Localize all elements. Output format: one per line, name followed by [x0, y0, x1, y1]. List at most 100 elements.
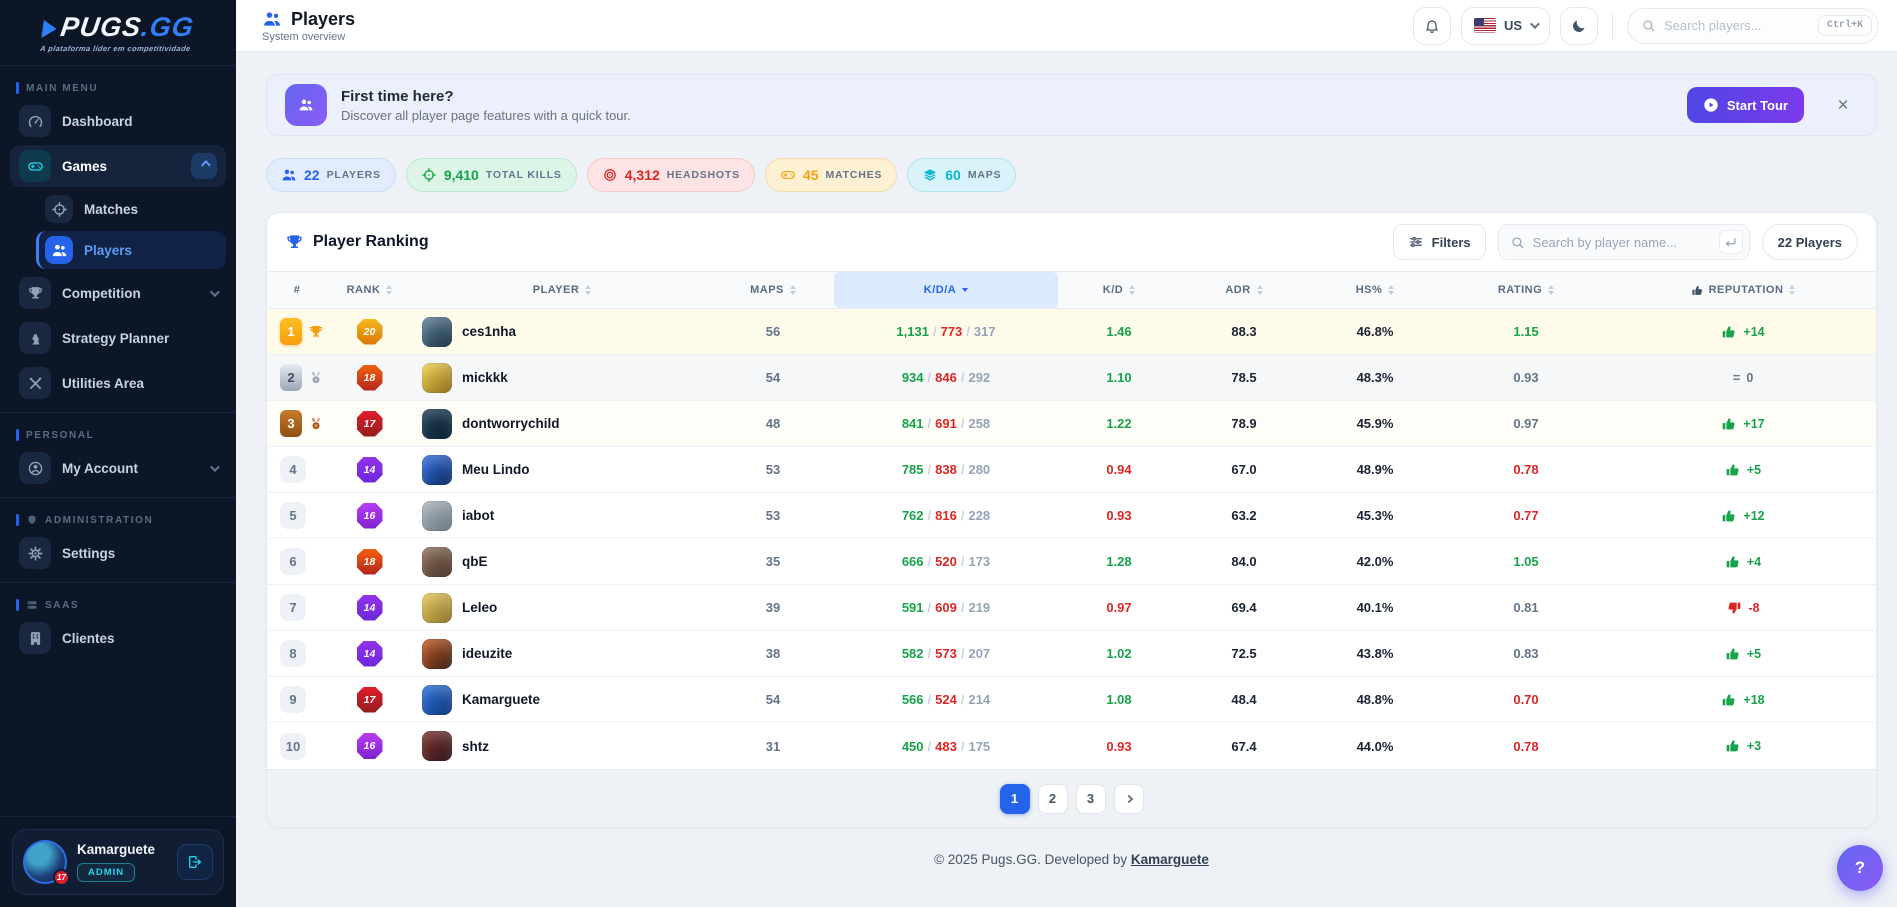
sidebar-item-games[interactable]: Games	[10, 145, 226, 187]
sidebar-item-players[interactable]: Players	[36, 231, 226, 269]
user-name: Kamarguete	[77, 842, 167, 857]
column-header-hs[interactable]: HS%	[1308, 272, 1442, 308]
table-row[interactable]: 814ideuzite38582/573/2071.0272.543.8%0.8…	[267, 631, 1876, 677]
section-accent-bar	[16, 514, 19, 526]
table-row[interactable]: 714Leleo39591/609/2190.9769.440.1%0.81-8	[267, 585, 1876, 631]
tour-banner-icon	[285, 84, 327, 126]
brand-logo[interactable]: PUGS.GG A plataforma líder em competitiv…	[0, 0, 236, 66]
user-meta: Kamarguete ADMIN	[77, 842, 167, 882]
rank-cell: 18	[327, 549, 412, 575]
sidebar-item-strategy-planner[interactable]: Strategy Planner	[10, 317, 226, 359]
kda-cell: 591/609/219	[834, 600, 1058, 615]
player-search-input[interactable]	[1533, 235, 1711, 250]
column-header-k-d[interactable]: K/D	[1058, 272, 1180, 308]
table-row[interactable]: 414Meu Lindo53785/838/2800.9467.048.9%0.…	[267, 447, 1876, 493]
notifications-button[interactable]	[1413, 7, 1451, 45]
section-label-text: SAAS	[45, 600, 79, 611]
page-button-2[interactable]: 2	[1038, 784, 1068, 814]
table-row[interactable]: 516iabot53762/816/2280.9363.245.3%0.77+1…	[267, 493, 1876, 539]
sidebar-item-label: Competition	[62, 286, 141, 301]
maps-cell: 56	[712, 324, 834, 339]
thumbs-up-icon	[1721, 324, 1737, 340]
player-avatar	[422, 363, 452, 393]
player-cell[interactable]: dontworrychild	[412, 409, 712, 439]
player-cell[interactable]: shtz	[412, 731, 712, 761]
section-accent-bar	[16, 82, 19, 94]
adr-cell: 72.5	[1180, 646, 1308, 661]
language-selector[interactable]: US	[1461, 7, 1550, 45]
sidebar-item-dashboard[interactable]: Dashboard	[10, 100, 226, 142]
sidebar-item-matches[interactable]: Matches	[36, 190, 226, 228]
player-cell[interactable]: Leleo	[412, 593, 712, 623]
kda-cell: 841/691/258	[834, 416, 1058, 431]
deaths-value: 773	[941, 324, 963, 339]
reputation-cell: =0	[1610, 370, 1876, 385]
reputation-cell: +12	[1610, 508, 1876, 524]
filters-label: Filters	[1432, 235, 1471, 250]
kills-value: 934	[902, 370, 924, 385]
close-banner-button[interactable]: ×	[1828, 90, 1858, 120]
section-accent-bar	[16, 599, 19, 611]
crosshair-icon	[421, 167, 437, 183]
sidebar-item-label: Settings	[62, 546, 115, 561]
table-row[interactable]: 1016shtz31450/483/1750.9367.444.0%0.78+3	[267, 723, 1876, 769]
footer-link[interactable]: Kamarguete	[1131, 852, 1209, 867]
hs-cell: 42.0%	[1308, 554, 1442, 569]
column-header-player[interactable]: PLAYER	[412, 272, 712, 308]
page-button-3[interactable]: 3	[1076, 784, 1106, 814]
player-name: dontworrychild	[462, 416, 560, 431]
sidebar-item-utilities-area[interactable]: Utilities Area	[10, 362, 226, 404]
player-cell[interactable]: mickkk	[412, 363, 712, 393]
play-icon	[1703, 97, 1719, 113]
sidebar-item-my-account[interactable]: My Account	[10, 447, 226, 489]
kills-value: 762	[902, 508, 924, 523]
player-cell[interactable]: iabot	[412, 501, 712, 531]
column-label: PLAYER	[533, 284, 580, 296]
table-row[interactable]: 317dontworrychild48841/691/2581.2278.945…	[267, 401, 1876, 447]
player-cell[interactable]: Kamarguete	[412, 685, 712, 715]
logout-button[interactable]	[177, 844, 213, 880]
column-header-k-d-a[interactable]: K/D/A	[834, 272, 1058, 308]
table-row[interactable]: 120ces1nha561,131/773/3171.4688.346.8%1.…	[267, 309, 1876, 355]
reputation-value: 0	[1746, 371, 1753, 385]
table-row[interactable]: 218mickkk54934/846/2921.1078.548.3%0.93=…	[267, 355, 1876, 401]
player-cell[interactable]: qbE	[412, 547, 712, 577]
maps-cell: 53	[712, 462, 834, 477]
sidebar-item-clientes[interactable]: Clientes	[10, 617, 226, 659]
help-button[interactable]: ?	[1837, 845, 1883, 891]
sidebar-item-label: My Account	[62, 461, 138, 476]
rating-cell: 0.97	[1442, 416, 1610, 431]
global-search[interactable]: Ctrl+K	[1627, 8, 1879, 44]
player-search[interactable]	[1498, 224, 1750, 260]
section-label-text: PERSONAL	[26, 430, 94, 441]
trophy-icon	[285, 233, 304, 252]
column-header-maps[interactable]: MAPS	[712, 272, 834, 308]
player-cell[interactable]: ideuzite	[412, 639, 712, 669]
ranking-title: Player Ranking	[313, 233, 429, 251]
sidebar-item-settings[interactable]: Settings	[10, 532, 226, 574]
column-header-rank[interactable]: RANK	[327, 272, 412, 308]
page-button-1[interactable]: 1	[1000, 784, 1030, 814]
column-header-rating[interactable]: RATING	[1442, 272, 1610, 308]
theme-toggle-button[interactable]	[1560, 7, 1598, 45]
column-header-adr[interactable]: ADR	[1180, 272, 1308, 308]
player-count-badge: 22 Players	[1762, 224, 1858, 260]
topbar-actions: US Ctrl+K	[1413, 7, 1879, 45]
table-row[interactable]: 618qbE35666/520/1731.2884.042.0%1.05+4	[267, 539, 1876, 585]
next-page-button[interactable]	[1114, 784, 1144, 814]
deaths-value: 524	[935, 692, 957, 707]
player-cell[interactable]: ces1nha	[412, 317, 712, 347]
column-header-reputation[interactable]: REPUTATION	[1610, 272, 1876, 308]
start-tour-button[interactable]: Start Tour	[1687, 87, 1804, 123]
global-search-input[interactable]	[1664, 18, 1810, 33]
rank-cell: 18	[327, 365, 412, 391]
table-row[interactable]: 917Kamarguete54566/524/2141.0848.448.8%0…	[267, 677, 1876, 723]
assists-value: 219	[968, 600, 990, 615]
sidebar-item-competition[interactable]: Competition	[10, 272, 226, 314]
filters-button[interactable]: Filters	[1393, 224, 1486, 260]
level-badge: 17	[53, 869, 70, 886]
position-badge: 10	[280, 733, 306, 760]
player-cell[interactable]: Meu Lindo	[412, 455, 712, 485]
sidebar-item-label: Clientes	[62, 631, 115, 646]
deaths-value: 609	[935, 600, 957, 615]
